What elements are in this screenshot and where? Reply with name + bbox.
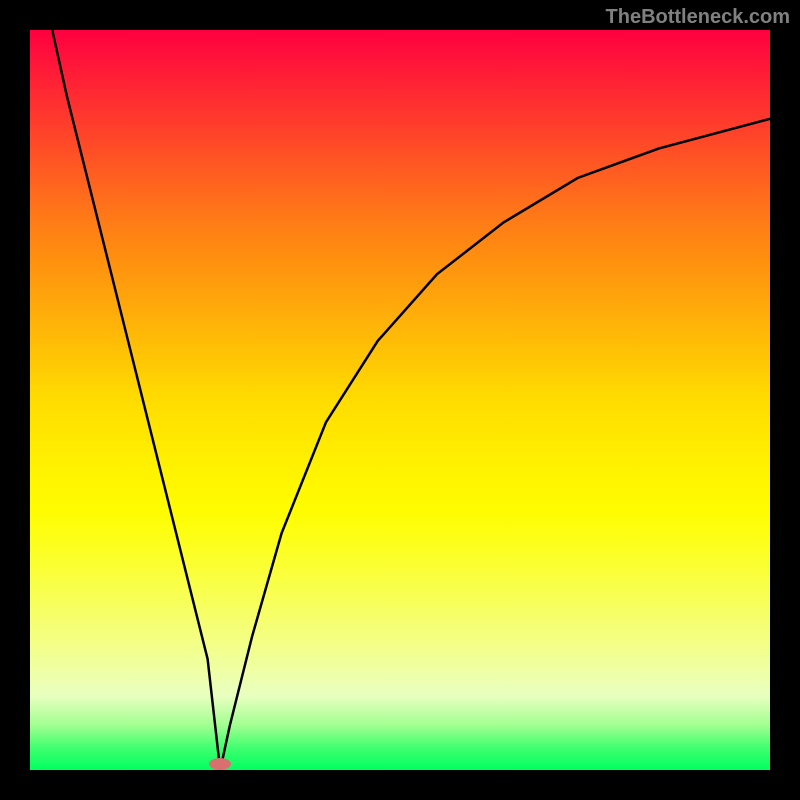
optimal-marker: [209, 758, 231, 770]
bottleneck-curve: [30, 30, 770, 770]
chart-plot-area: [30, 30, 770, 770]
watermark-text: TheBottleneck.com: [606, 6, 790, 29]
